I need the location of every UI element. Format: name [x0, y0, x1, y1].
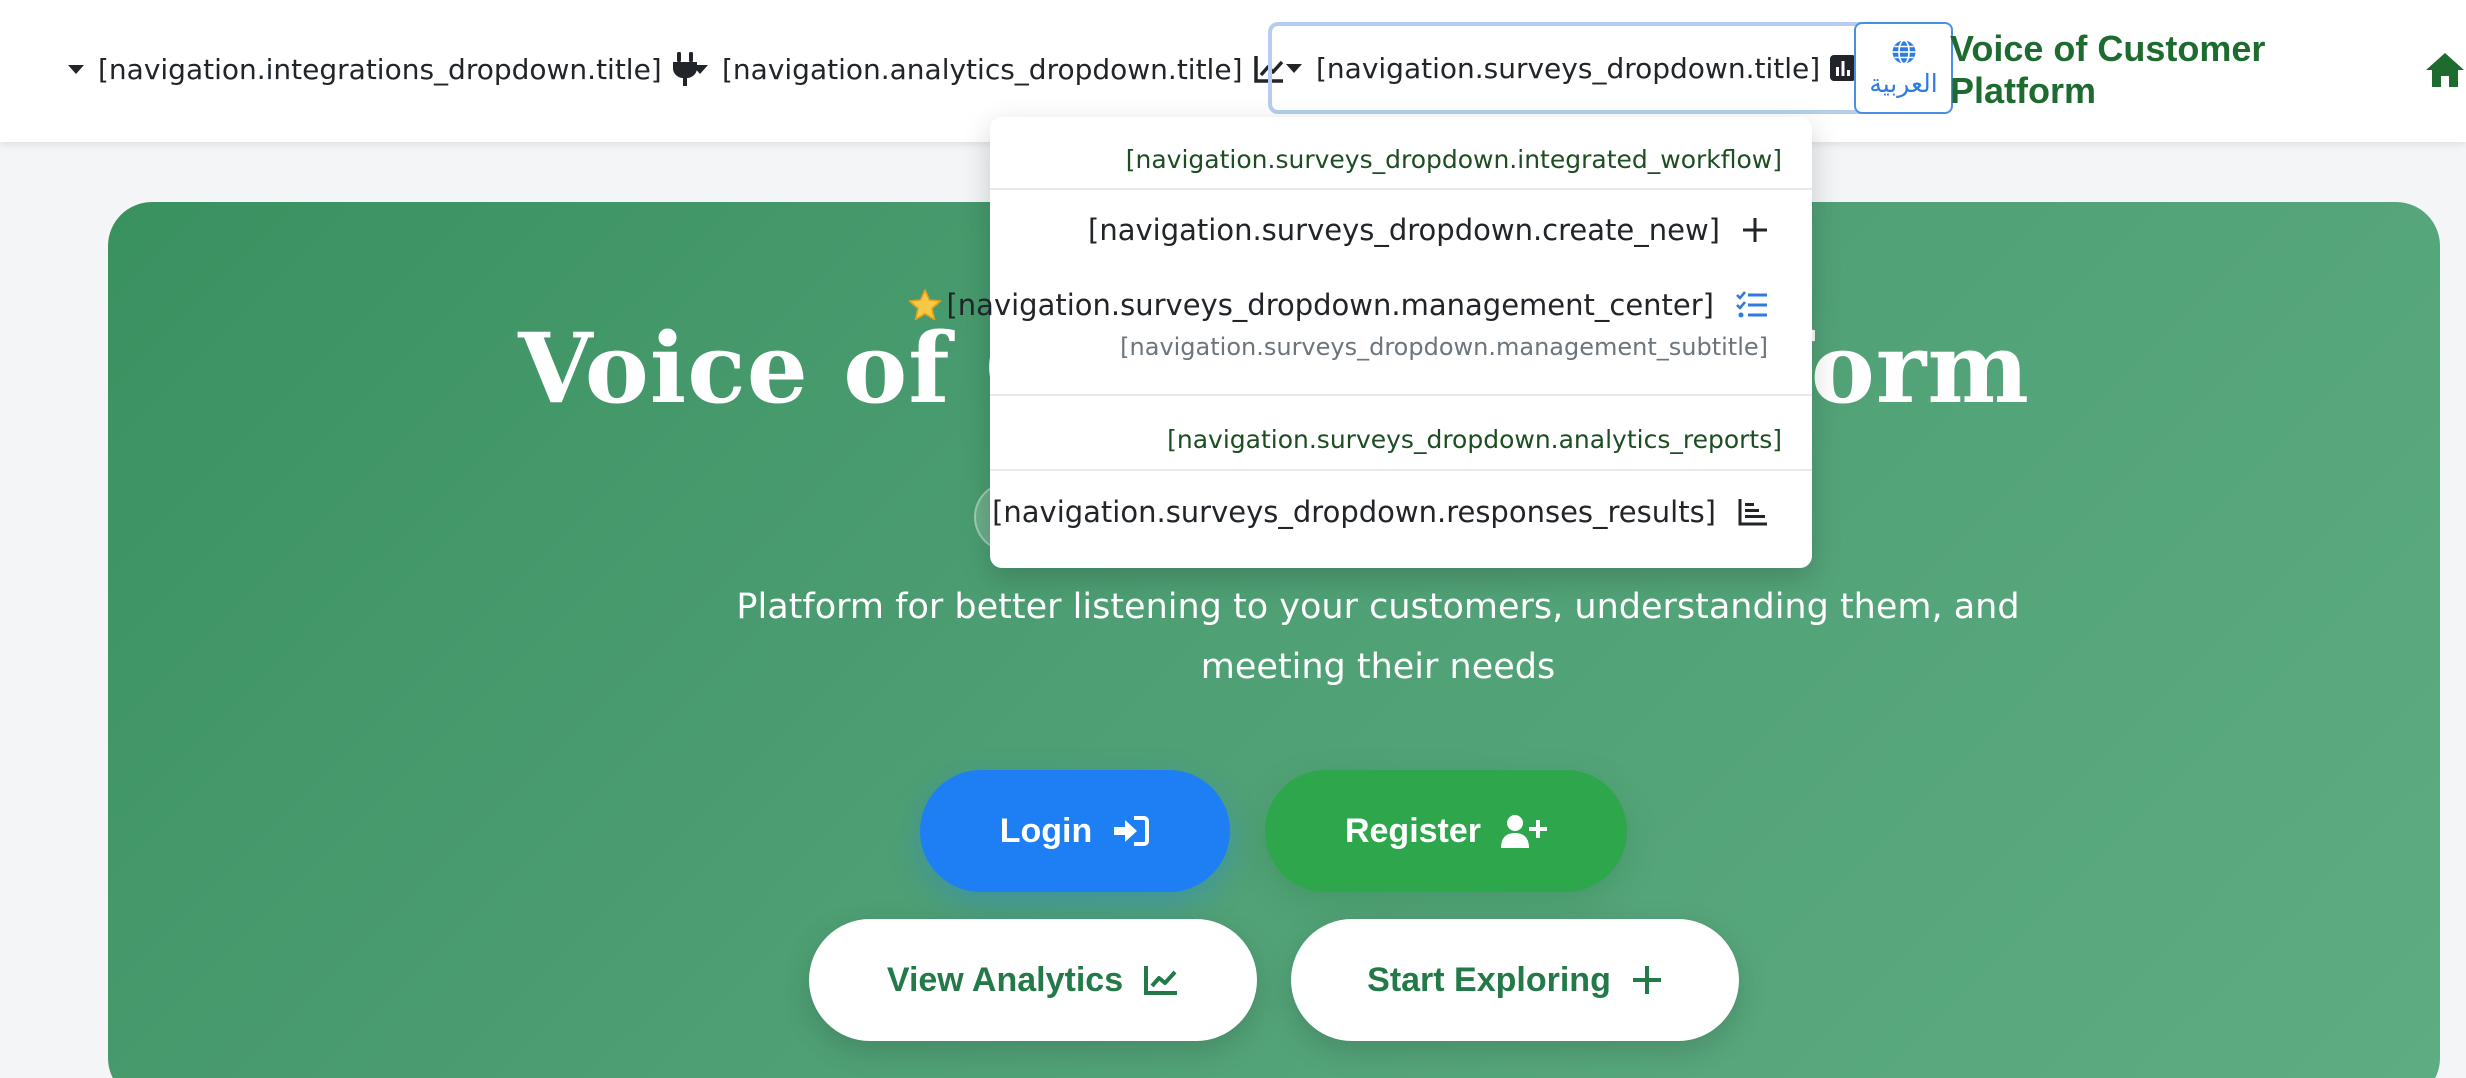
menu-item-management-subtitle: [navigation.surveys_dropdown.management_…: [1120, 333, 1768, 361]
menu-header-integrated-workflow: [navigation.surveys_dropdown.integrated_…: [1125, 145, 1782, 174]
caret-down-icon: [692, 64, 708, 74]
tasks-icon: [1736, 291, 1768, 319]
view-analytics-label: View Analytics: [886, 960, 1124, 999]
menu-item-management-center-label: [navigation.surveys_dropdown.management_…: [946, 288, 1714, 322]
bar-chart-icon: [1738, 498, 1768, 526]
chart-line-icon: [1143, 964, 1179, 996]
plus-icon: [1631, 964, 1663, 996]
surveys-dropdown[interactable]: [navigation.surveys_dropdown.title]: [1268, 22, 1875, 114]
register-label: Register: [1344, 811, 1482, 850]
analytics-dropdown-title: [navigation.analytics_dropdown.title]: [722, 52, 1243, 86]
menu-header-analytics-reports: [navigation.surveys_dropdown.analytics_r…: [1167, 425, 1782, 454]
menu-divider: [990, 188, 1812, 190]
menu-item-create-new[interactable]: [navigation.surveys_dropdown.create_new]: [1088, 213, 1768, 247]
surveys-dropdown-menu: [navigation.surveys_dropdown.integrated_…: [909, 117, 1812, 568]
start-exploring-button[interactable]: Start Exploring: [1291, 919, 1739, 1041]
menu-item-create-new-label: [navigation.surveys_dropdown.create_new]: [1088, 213, 1720, 247]
language-toggle-button[interactable]: العربية: [1854, 22, 1953, 114]
menu-item-responses-results[interactable]: [navigation.surveys_dropdown.responses_r…: [992, 495, 1768, 529]
star-icon: [908, 289, 942, 321]
caret-down-icon: [68, 64, 84, 74]
start-exploring-label: Start Exploring: [1367, 960, 1611, 999]
sign-in-icon: [1112, 815, 1150, 847]
menu-divider: [990, 394, 1812, 396]
poll-icon: [1830, 54, 1857, 82]
register-button[interactable]: Register: [1265, 770, 1627, 892]
globe-icon: [1891, 39, 1917, 65]
language-label: العربية: [1869, 68, 1938, 98]
integrations-dropdown[interactable]: [navigation.integrations_dropdown.title]: [68, 47, 698, 91]
user-plus-icon: [1501, 814, 1548, 848]
login-button[interactable]: Login: [920, 770, 1230, 892]
plus-icon: [1742, 217, 1768, 243]
login-label: Login: [999, 811, 1093, 850]
brand-name: Voice of Customer Platform: [1950, 28, 2266, 111]
integrations-dropdown-title: [navigation.integrations_dropdown.title]: [98, 52, 662, 86]
menu-divider: [990, 469, 1812, 471]
surveys-dropdown-title: [navigation.surveys_dropdown.title]: [1316, 51, 1821, 85]
menu-item-management-center[interactable]: [navigation.surveys_dropdown.management_…: [908, 288, 1768, 322]
analytics-dropdown[interactable]: [navigation.analytics_dropdown.title]: [692, 47, 1285, 91]
brand-link[interactable]: Voice of Customer Platform: [1950, 28, 2466, 111]
view-analytics-button[interactable]: View Analytics: [809, 919, 1257, 1041]
menu-item-responses-results-label: [navigation.surveys_dropdown.responses_r…: [992, 495, 1716, 529]
home-icon: [2424, 51, 2466, 89]
caret-down-icon: [1286, 63, 1302, 73]
hero-subtitle: Platform for better listening to your cu…: [736, 587, 2020, 687]
